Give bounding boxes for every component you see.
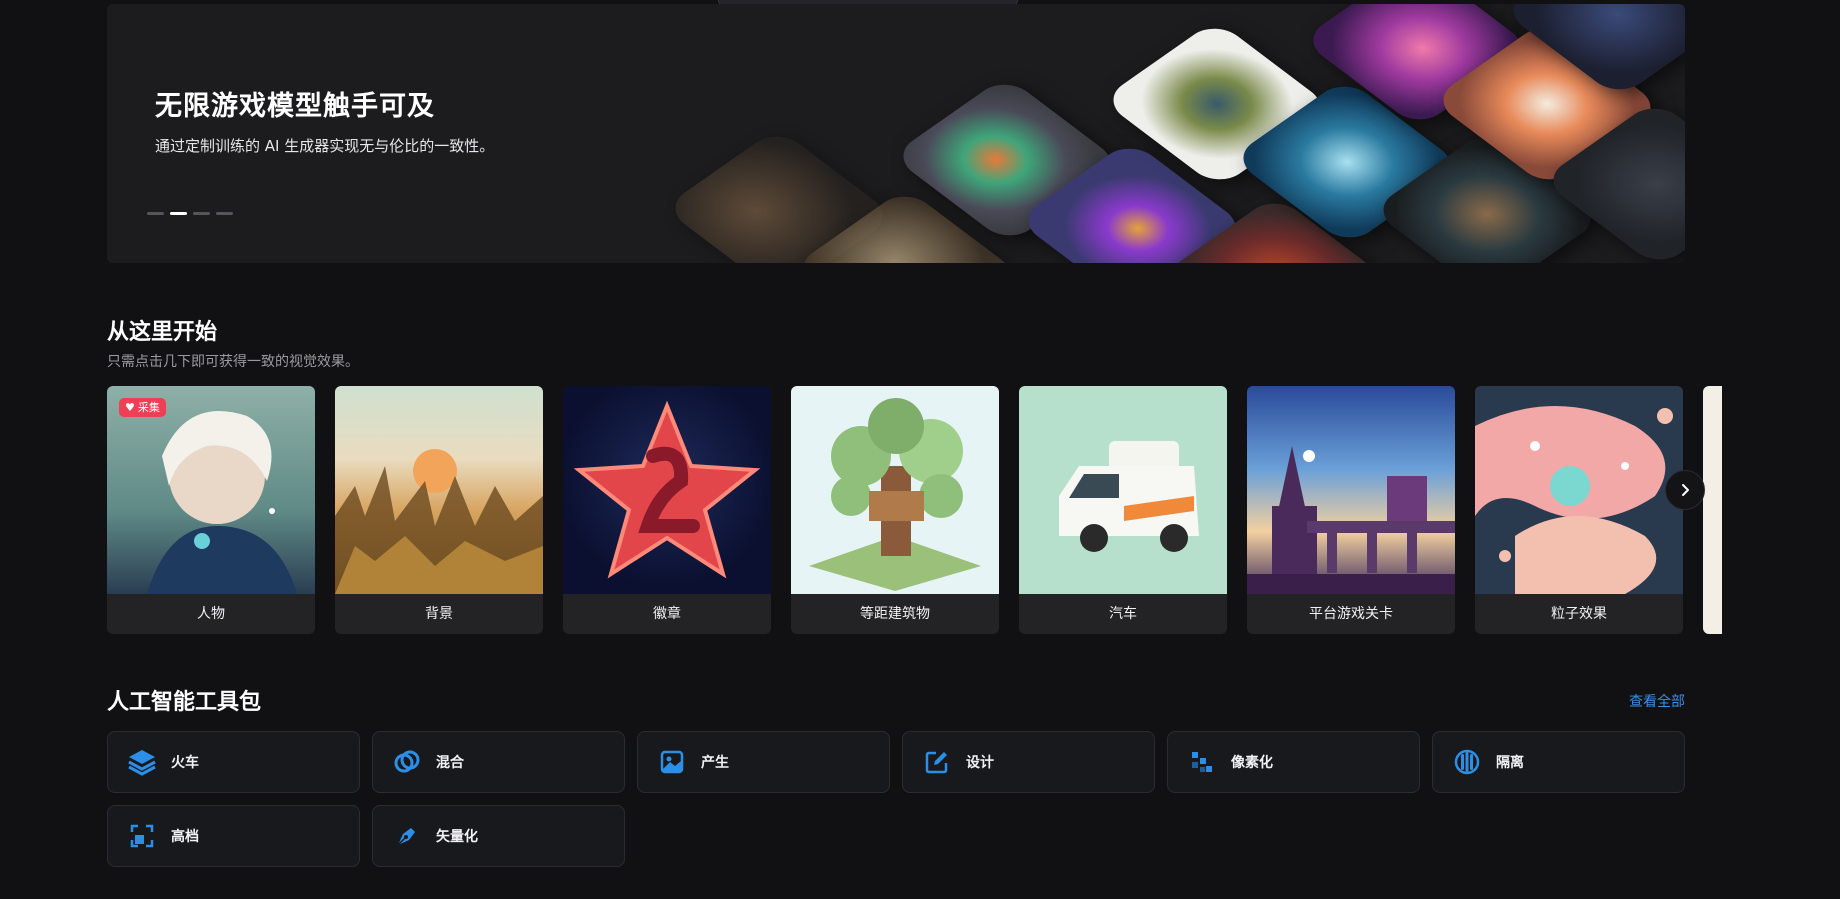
card-label: 徽章 — [653, 606, 681, 622]
hero-banner[interactable]: 无限游戏模型触手可及 通过定制训练的 AI 生成器实现无与伦比的一致性。 — [107, 4, 1685, 263]
card-image — [563, 386, 771, 594]
pixel-icon — [1187, 747, 1217, 777]
tool-train[interactable]: 火车 — [107, 731, 360, 793]
template-card-partial[interactable] — [1703, 386, 1722, 634]
carousel-dots — [147, 212, 233, 215]
collection-badge: ♥ 采集 — [119, 398, 166, 417]
card-image — [1247, 386, 1455, 594]
heart-icon: ♥ — [125, 401, 135, 414]
toolkit-section-title: 人工智能工具包 — [107, 690, 262, 715]
template-card-platformer-level[interactable]: 平台游戏关卡 — [1247, 386, 1455, 634]
tool-generate[interactable]: 产生 — [637, 731, 890, 793]
tool-label: 火车 — [171, 755, 199, 771]
card-label: 平台游戏关卡 — [1309, 606, 1393, 622]
carousel-dot-active[interactable] — [170, 212, 187, 215]
card-image — [791, 386, 999, 594]
tool-design[interactable]: 设计 — [902, 731, 1155, 793]
card-label: 汽车 — [1109, 606, 1137, 622]
tool-label: 隔离 — [1496, 755, 1524, 771]
upscale-icon — [127, 821, 157, 851]
pen-nib-icon — [392, 821, 422, 851]
template-card-badge[interactable]: 徽章 — [563, 386, 771, 634]
card-image — [107, 386, 315, 594]
card-image — [335, 386, 543, 594]
tool-label: 产生 — [701, 755, 729, 771]
template-card-isometric-building[interactable]: 等距建筑物 — [791, 386, 999, 634]
hero-title: 无限游戏模型触手可及 — [155, 91, 435, 122]
see-all-link[interactable]: 查看全部 — [1629, 691, 1685, 711]
card-image — [1475, 386, 1683, 594]
card-label: 人物 — [197, 606, 225, 622]
image-icon — [657, 747, 687, 777]
card-label: 粒子效果 — [1551, 606, 1607, 622]
card-image — [1019, 386, 1227, 594]
tool-blend[interactable]: 混合 — [372, 731, 625, 793]
tool-upscale[interactable]: 高档 — [107, 805, 360, 867]
tool-vectorize[interactable]: 矢量化 — [372, 805, 625, 867]
tool-label: 混合 — [436, 755, 464, 771]
tool-label: 高档 — [171, 829, 199, 845]
template-card-background[interactable]: 背景 — [335, 386, 543, 634]
template-carousel: ♥ 采集 人物 背景 徽章 等距建筑物 汽车 平台游戏关卡 粒子效果 — [107, 386, 1722, 634]
template-card-character[interactable]: ♥ 采集 人物 — [107, 386, 315, 634]
hero-subtitle: 通过定制训练的 AI 生成器实现无与伦比的一致性。 — [155, 137, 495, 155]
carousel-dot[interactable] — [216, 212, 233, 215]
hero-artwork — [107, 4, 1685, 263]
start-section-title: 从这里开始 — [107, 320, 218, 345]
carousel-next-button[interactable] — [1665, 470, 1705, 510]
chevron-right-icon — [1682, 484, 1689, 496]
isolate-icon — [1452, 747, 1482, 777]
tool-isolate[interactable]: 隔离 — [1432, 731, 1685, 793]
start-section-subtitle: 只需点击几下即可获得一致的视觉效果。 — [107, 354, 359, 370]
template-card-particle-effect[interactable]: 粒子效果 — [1475, 386, 1683, 634]
tool-label: 像素化 — [1231, 755, 1273, 771]
layers-icon — [127, 747, 157, 777]
carousel-dot[interactable] — [193, 212, 210, 215]
carousel-dot[interactable] — [147, 212, 164, 215]
card-label: 等距建筑物 — [860, 606, 930, 622]
blend-rings-icon — [392, 747, 422, 777]
tool-label: 设计 — [966, 755, 994, 771]
edit-icon — [922, 747, 952, 777]
tool-pixelate[interactable]: 像素化 — [1167, 731, 1420, 793]
tool-label: 矢量化 — [436, 829, 478, 845]
template-card-car[interactable]: 汽车 — [1019, 386, 1227, 634]
card-label: 背景 — [425, 606, 453, 622]
